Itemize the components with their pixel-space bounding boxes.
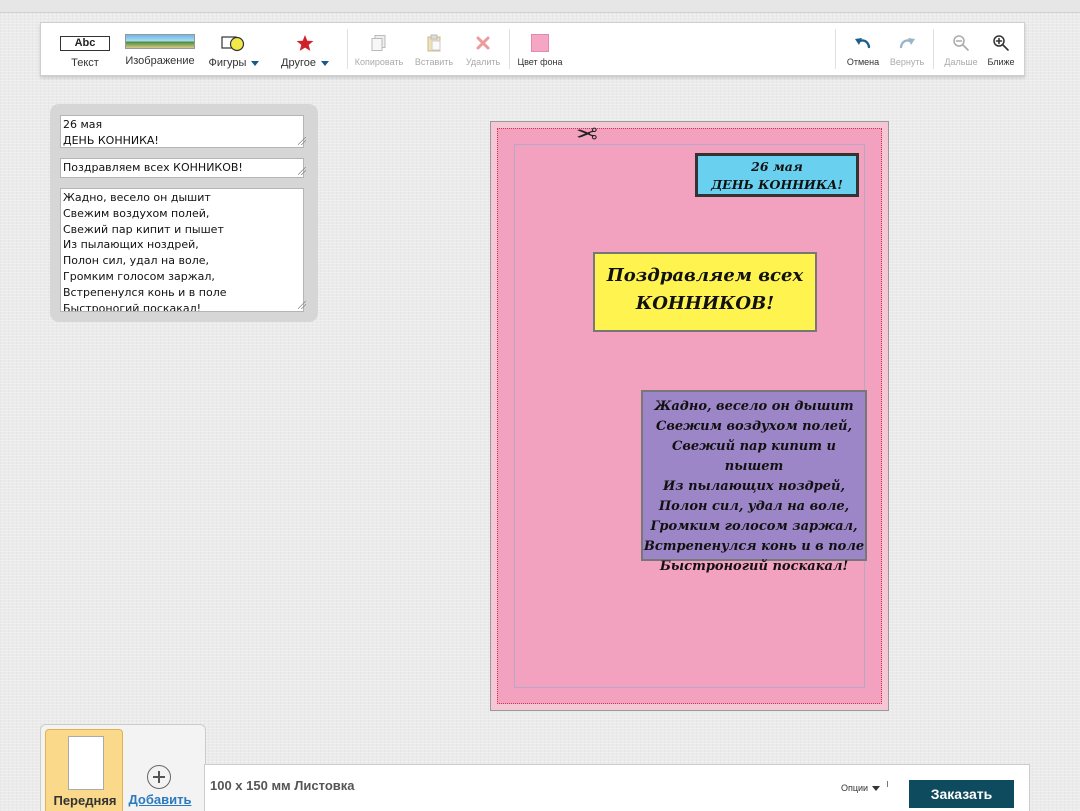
resize-grip-icon[interactable] (298, 167, 306, 175)
redo-label: Вернуть (889, 57, 925, 67)
page-tab-front[interactable]: Передняя (45, 729, 123, 811)
other-label: Другое (281, 57, 316, 69)
redo-icon (899, 38, 915, 49)
page-tab-front-label: Передняя (53, 793, 117, 808)
copy-button[interactable]: Копировать (353, 23, 405, 75)
poem-line: Из пылающих ноздрей, (662, 479, 846, 494)
toolbar-divider (347, 29, 348, 69)
resize-grip-icon[interactable] (298, 137, 306, 145)
zoom-out-label: Дальше (944, 57, 978, 67)
undo-label: Отмена (846, 57, 880, 67)
paste-button[interactable]: Вставить (409, 23, 459, 75)
paste-label: Вставить (414, 57, 454, 67)
poem-line: Жадно, весело он дышит (654, 399, 854, 414)
toolbar-divider (835, 29, 836, 69)
abc-text-icon: Abc (60, 35, 110, 51)
background-color-swatch (531, 34, 549, 52)
card-textbox-date[interactable]: 26 мая ДЕНЬ КОННИКА! (695, 153, 859, 197)
delete-icon (476, 36, 490, 50)
toolbar-divider (509, 29, 510, 69)
delete-label: Удалить (465, 57, 501, 67)
card-bleed-area: ✂ 26 мая ДЕНЬ КОННИКА! Поздравляем всех … (497, 117, 882, 704)
copy-label: Копировать (354, 57, 404, 67)
chevron-down-icon (872, 786, 881, 792)
card-textbox-poem[interactable]: Жадно, весело он дышит Свежим воздухом п… (641, 390, 867, 574)
zoom-out-button[interactable]: Дальше (939, 23, 983, 75)
zoom-in-button[interactable]: Ближе (979, 23, 1023, 75)
background-color-button[interactable]: Цвет фона (513, 23, 567, 75)
options-dropdown[interactable]: Опции (841, 783, 881, 793)
add-page-link[interactable]: Добавить (127, 792, 193, 807)
poem-line: Свежий пар кипит и пышет (672, 439, 836, 474)
add-circle-icon (147, 765, 171, 789)
paste-icon (427, 34, 441, 52)
options-label: Опции (841, 783, 869, 793)
scissors-icon: ✂ (576, 117, 598, 147)
poem-line: Быстроногий поскакал! (659, 559, 849, 574)
card-date-text: 26 мая (751, 159, 803, 174)
zoom-in-icon (993, 35, 1009, 51)
product-size-label: 100 x 150 мм Листовка (210, 778, 355, 793)
browser-top-strip (0, 0, 1080, 13)
card-greeting-line2: КОННИКОВ! (635, 293, 775, 314)
shapes-icon (221, 36, 245, 52)
add-text-button[interactable]: Abc Текст (59, 23, 111, 75)
add-text-label: Текст (71, 57, 99, 69)
bottom-bar: 100 x 150 мм Листовка Опции Заказать (204, 764, 1030, 811)
poem-line: Полон сил, удал на воле, (658, 499, 850, 514)
add-image-button[interactable]: Изображение (123, 23, 197, 75)
add-page-button[interactable]: Добавить (127, 729, 201, 811)
card-holiday-text: ДЕНЬ КОННИКА! (711, 177, 843, 192)
card-textbox-greeting[interactable]: Поздравляем всех КОННИКОВ! (593, 252, 817, 332)
card-canvas[interactable]: ✂ 26 мая ДЕНЬ КОННИКА! Поздравляем всех … (490, 117, 889, 711)
star-icon (296, 35, 314, 51)
zoom-in-label: Ближе (987, 57, 1015, 67)
delete-button[interactable]: Удалить (461, 23, 505, 75)
order-button[interactable]: Заказать (909, 780, 1014, 808)
divider-tick (887, 781, 888, 787)
shapes-label: Фигуры (208, 57, 247, 69)
resize-grip-icon[interactable] (298, 301, 306, 309)
page-thumbnail (68, 736, 104, 790)
card-greeting-line1: Поздравляем всех (606, 265, 804, 286)
shapes-dropdown-button[interactable]: Фигуры (205, 23, 263, 75)
undo-icon (855, 38, 871, 49)
redo-button[interactable]: Вернуть (885, 23, 929, 75)
background-color-label: Цвет фона (517, 57, 563, 67)
other-dropdown-button[interactable]: Другое (275, 23, 335, 75)
poem-line: Свежим воздухом полей, (656, 419, 852, 434)
text-fields-panel: 26 мая ДЕНЬ КОННИКА! Поздравляем всех КО… (50, 104, 318, 322)
add-image-label: Изображение (125, 55, 195, 67)
chevron-down-icon (320, 60, 329, 66)
zoom-out-icon (953, 35, 969, 51)
copy-icon (371, 35, 386, 51)
poem-line: Встрепенулся конь и в поле (643, 539, 865, 554)
editor-toolbar: Abc Текст Изображение Фигуры Другое Копи… (40, 22, 1025, 76)
text-field-date[interactable]: 26 мая ДЕНЬ КОННИКА! (60, 115, 304, 148)
toolbar-divider (933, 29, 934, 69)
text-field-poem[interactable]: Жадно, весело он дышит Свежим воздухом п… (60, 188, 304, 312)
pages-panel: Передняя Добавить (40, 724, 206, 811)
poem-line: Громким голосом заржал, (650, 519, 858, 534)
undo-button[interactable]: Отмена (841, 23, 885, 75)
chevron-down-icon (251, 60, 260, 66)
image-thumbnail-icon (125, 33, 195, 49)
text-field-greeting[interactable]: Поздравляем всех КОННИКОВ! (60, 158, 304, 178)
